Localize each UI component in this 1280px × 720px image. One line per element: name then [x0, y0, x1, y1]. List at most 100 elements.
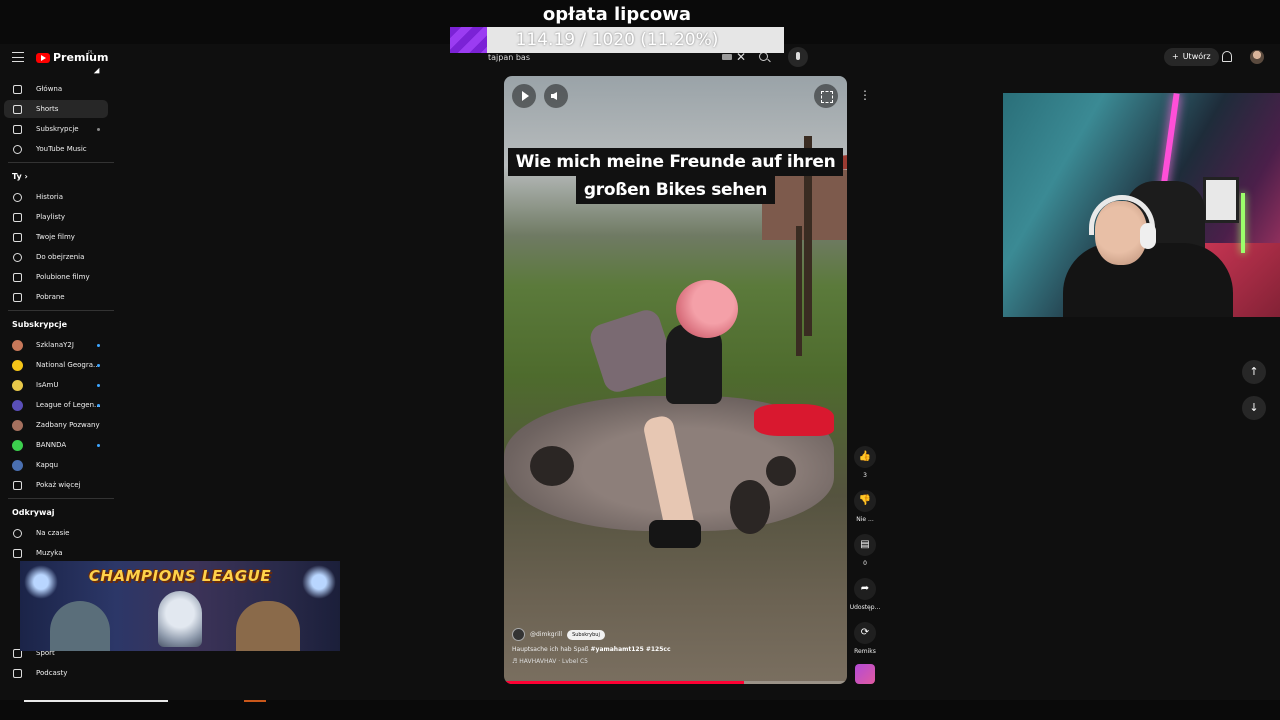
- sound-thumbnail[interactable]: [855, 664, 875, 684]
- webcam-neon-light: [1241, 193, 1245, 253]
- your-videos-icon: [13, 232, 22, 242]
- trending-icon: [13, 528, 22, 538]
- sidebar-item-league-of-legen-[interactable]: League of Legen...: [4, 396, 108, 414]
- sidebar-item-zadbany-pozwany[interactable]: Zadbany Pozwany: [4, 416, 108, 434]
- next-short-arrow-icon[interactable]: ↓: [1242, 396, 1266, 420]
- sidebar-divider: [8, 162, 114, 163]
- sidebar-item-subskrypcje[interactable]: Subskrypcje: [4, 120, 108, 138]
- plus-icon: +: [1172, 52, 1179, 61]
- short-title-hashtags[interactable]: #yamahamt125 #125cc: [591, 646, 671, 653]
- sidebar-item-label: Na czasie: [36, 529, 70, 537]
- channel-avatar-icon: [12, 439, 23, 451]
- sidebar-item-na-czasie[interactable]: Na czasie: [4, 524, 108, 542]
- stream-goal-title: opłata lipcowa: [542, 4, 692, 25]
- sidebar-item-kapqu[interactable]: Kapqu: [4, 456, 108, 474]
- sidebar-item-youtube-music[interactable]: YouTube Music: [4, 140, 108, 158]
- like-icon[interactable]: 👍: [854, 446, 876, 468]
- sidebar-item-pobrane[interactable]: Pobrane: [4, 288, 108, 306]
- webcam-streamer-body: [1063, 243, 1233, 317]
- short-video-player[interactable]: Wie mich meine Freunde auf ihren großen …: [504, 76, 847, 684]
- channel-avatar[interactable]: [512, 628, 525, 641]
- share-icon[interactable]: ➦: [854, 578, 876, 600]
- sidebar-item-historia[interactable]: Historia: [4, 188, 108, 206]
- bottom-bar-indicator: [24, 700, 168, 702]
- comment-icon[interactable]: ▤: [854, 534, 876, 556]
- sidebar-item-label: BANNDA: [36, 441, 67, 449]
- voice-search-icon[interactable]: [788, 47, 808, 67]
- channel-avatar-icon: [12, 359, 23, 371]
- dislike-action[interactable]: 👎 Nie ...: [849, 490, 881, 523]
- short-title[interactable]: Hauptsache ich hab Spaß #yamahamt125 #12…: [512, 646, 842, 653]
- stream-overlay-banner: CHAMPIONS LEAGUE: [20, 561, 340, 651]
- overlay-figure: [50, 601, 110, 651]
- more-options-icon[interactable]: ⋮: [856, 86, 874, 104]
- menu-icon[interactable]: [12, 52, 24, 62]
- like-action[interactable]: 👍 3: [849, 446, 881, 479]
- video-scene-pig-spot: [766, 456, 796, 486]
- youtube-play-icon: [36, 52, 50, 63]
- new-content-dot: [97, 384, 100, 387]
- sidebar-item-label: Pobrane: [36, 293, 65, 301]
- sidebar-item-polubione-filmy[interactable]: Polubione filmy: [4, 268, 108, 286]
- video-progress-fill: [504, 681, 745, 684]
- sidebar-item-bannda[interactable]: BANNDA: [4, 436, 108, 454]
- short-sound[interactable]: ♬ HAVHAVHAV · Lvbel C5: [512, 658, 842, 665]
- video-scene-rider-shoe: [649, 520, 701, 548]
- create-button[interactable]: + Utwórz: [1164, 48, 1219, 66]
- account-avatar[interactable]: [1250, 50, 1264, 64]
- overlay-figure: [236, 601, 300, 651]
- sidebar-item-label: Główna: [36, 85, 63, 93]
- music-icon: [13, 144, 22, 154]
- sidebar-section-you[interactable]: Ty ›: [12, 172, 28, 181]
- fullscreen-icon[interactable]: [814, 84, 838, 108]
- volume-icon[interactable]: [544, 84, 568, 108]
- sidebar-item-główna[interactable]: Główna: [4, 80, 108, 98]
- streamer-webcam: [1003, 93, 1280, 317]
- subscribe-button[interactable]: Subskrybuj: [567, 629, 605, 640]
- dislike-icon[interactable]: 👎: [854, 490, 876, 512]
- notifications-bell-icon[interactable]: [1222, 51, 1232, 62]
- previous-short-arrow-icon[interactable]: ↑: [1242, 360, 1266, 384]
- sidebar-item-playlisty[interactable]: Playlisty: [4, 208, 108, 226]
- dislike-label: Nie ...: [856, 516, 874, 523]
- sidebar-item-twoje-filmy[interactable]: Twoje filmy: [4, 228, 108, 246]
- video-scene-pink-helmet: [676, 280, 738, 338]
- channel-avatar-icon: [12, 399, 23, 411]
- remix-icon[interactable]: ⟳: [854, 622, 876, 644]
- video-scene-pig-spot: [730, 480, 770, 534]
- sidebar-item-podcasty[interactable]: Podcasty: [4, 664, 108, 682]
- bottom-bar: [0, 700, 1280, 720]
- playlists-icon: [13, 212, 22, 222]
- sidebar-item-muzyka[interactable]: Muzyka: [4, 544, 108, 562]
- overlay-banner-title: CHAMPIONS LEAGUE: [88, 567, 272, 585]
- sidebar-item-national-geogra-[interactable]: National Geogra...: [4, 356, 108, 374]
- webcam-poster: [1203, 177, 1239, 223]
- sidebar-section-explore[interactable]: Odkrywaj: [12, 508, 55, 517]
- search-icon[interactable]: [759, 52, 768, 61]
- remix-action[interactable]: ⟳ Remiks: [849, 622, 881, 655]
- subscriptions-icon: [13, 124, 22, 134]
- sidebar-item-do-obejrzenia[interactable]: Do obejrzenia: [4, 248, 108, 266]
- youtube-premium-logo[interactable]: Premium: [36, 51, 108, 64]
- keyboard-icon[interactable]: [722, 54, 732, 60]
- history-icon: [13, 192, 22, 202]
- sidebar-item-szklanay2j[interactable]: SzklanaY2J: [4, 336, 108, 354]
- sidebar-item-label: Zadbany Pozwany: [36, 421, 100, 429]
- short-title-text: Hauptsache ich hab Spaß: [512, 646, 591, 653]
- stream-goal-progress-bar: 114.19 / 1020 (11.20%): [450, 27, 784, 53]
- sidebar-divider: [8, 310, 114, 311]
- video-progress-track[interactable]: [504, 681, 847, 684]
- channel-handle[interactable]: @dimkgrill: [530, 631, 562, 638]
- sidebar-item-pokaż-więcej[interactable]: Pokaż więcej: [4, 476, 108, 494]
- sidebar-item-isamu[interactable]: IsAmU: [4, 376, 108, 394]
- sidebar-section-subscriptions[interactable]: Subskrypcje: [12, 320, 67, 329]
- liked-icon: [13, 272, 22, 282]
- shorts-icon: [13, 104, 22, 114]
- sidebar-item-label: Twoje filmy: [36, 233, 75, 241]
- play-icon[interactable]: [512, 84, 536, 108]
- comments-action[interactable]: ▤ 0: [849, 534, 881, 567]
- sidebar-item-shorts[interactable]: Shorts: [4, 100, 108, 118]
- share-action[interactable]: ➦ Udostęp...: [849, 578, 881, 611]
- sidebar-item-label: Do obejrzenia: [36, 253, 85, 261]
- remix-label: Remiks: [854, 648, 876, 655]
